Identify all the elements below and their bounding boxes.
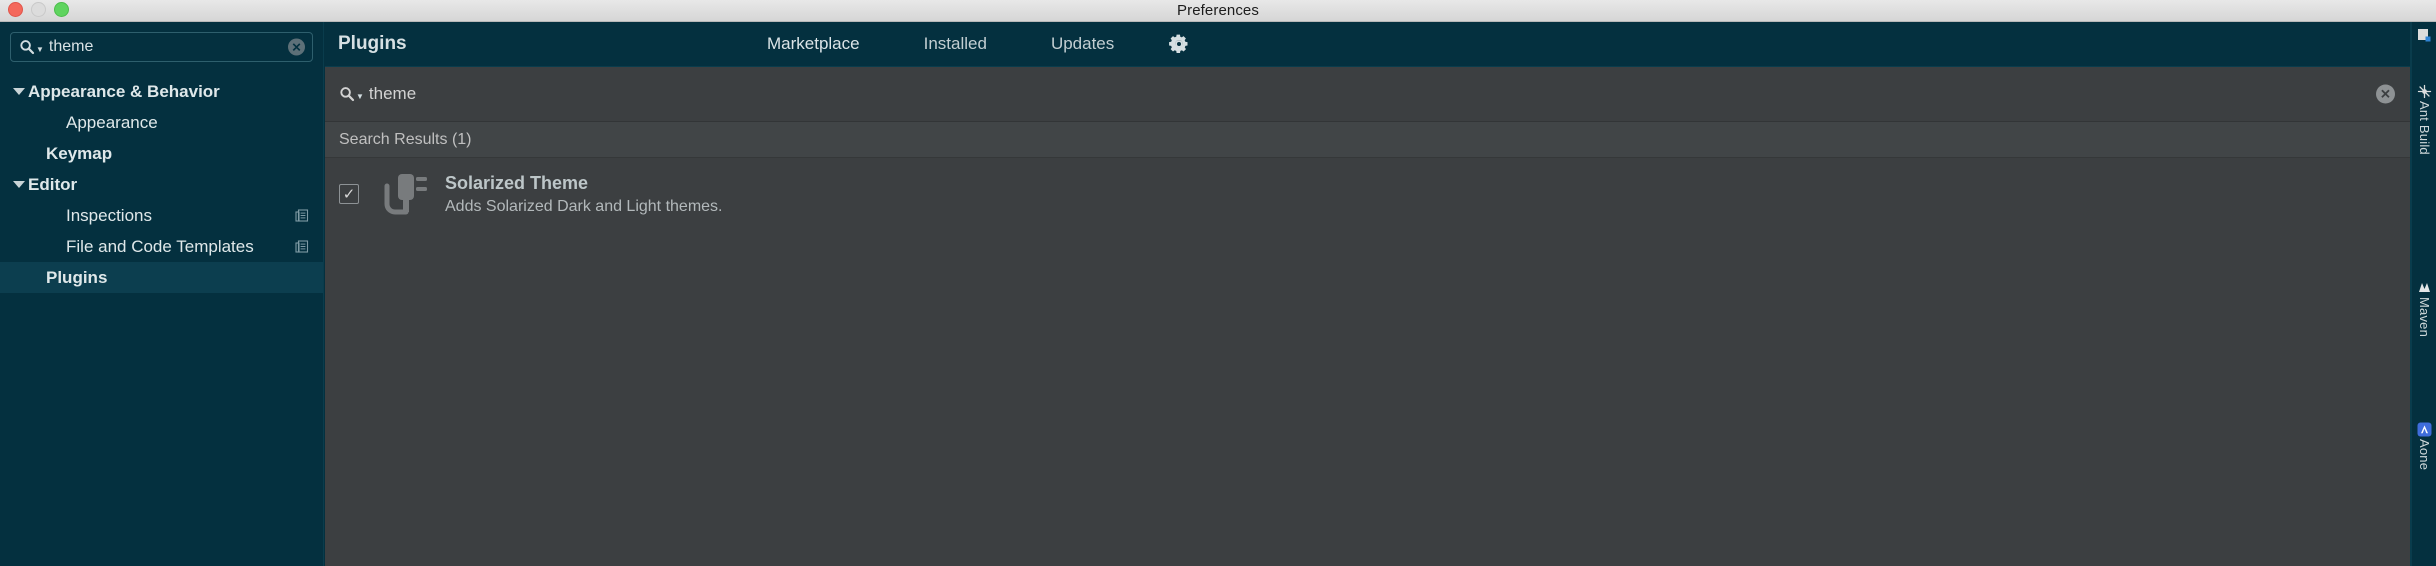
search-results-header: Search Results (1) <box>325 122 2411 158</box>
search-icon <box>20 40 35 55</box>
sidebar-item-editor[interactable]: Editor <box>0 169 323 200</box>
sidebar-item-plugins[interactable]: Plugins <box>0 262 323 293</box>
tool-window-label: Aone <box>2417 439 2432 471</box>
title-bar: Preferences <box>0 0 2436 22</box>
tool-window-structure[interactable] <box>2412 28 2436 43</box>
structure-icon <box>2418 29 2431 42</box>
tool-window-maven[interactable]: Maven <box>2412 280 2436 337</box>
sidebar-item-inspections[interactable]: Inspections <box>0 200 323 231</box>
plugins-search-field[interactable]: ▼ theme ✕ <box>325 67 2411 122</box>
sidebar-item-appearance[interactable]: Appearance <box>0 107 323 138</box>
close-button[interactable] <box>8 2 23 17</box>
list-item[interactable]: ✓ Solarized Theme Adds Solarized Dark an… <box>325 158 2411 230</box>
search-scope-chevron-down-icon[interactable]: ▼ <box>356 92 364 101</box>
search-scope-chevron-down-icon[interactable]: ▼ <box>36 45 44 54</box>
sidebar-item-label: Plugins <box>46 267 108 287</box>
plugins-search-value: theme <box>368 84 417 103</box>
sidebar-item-label: File and Code Templates <box>66 236 254 256</box>
plugins-settings-button[interactable] <box>1168 33 1190 55</box>
chevron-down-icon[interactable] <box>10 88 28 95</box>
maven-icon <box>2419 283 2430 292</box>
search-icon <box>340 87 355 102</box>
gear-icon <box>1169 34 1188 53</box>
settings-tree: Appearance & Behavior Appearance Keymap … <box>0 76 323 293</box>
tool-window-label: Ant Build <box>2417 101 2432 155</box>
search-results-count-label: Search Results (1) <box>339 130 472 148</box>
plugin-name: Solarized Theme <box>445 172 589 193</box>
sidebar-search-clear-icon[interactable]: ✕ <box>288 38 305 56</box>
aone-icon <box>2417 422 2432 437</box>
sidebar-item-label: Appearance <box>66 112 158 132</box>
preferences-window: Preferences ▼ theme ✕ Appearance & Behav… <box>0 0 2436 566</box>
plugins-panel: Plugins Marketplace Installed Updates ▼ … <box>325 22 2411 566</box>
window-controls <box>8 2 69 17</box>
sidebar-item-label: Inspections <box>66 205 152 225</box>
tab-updates[interactable]: Updates <box>1019 34 1146 54</box>
ant-icon <box>2417 84 2432 99</box>
sidebar-item-keymap[interactable]: Keymap <box>0 138 323 169</box>
sidebar-item-label: Appearance & Behavior <box>28 81 220 101</box>
window-title: Preferences <box>1177 2 1259 19</box>
tab-installed[interactable]: Installed <box>892 34 1019 54</box>
tool-window-label: Maven <box>2417 297 2432 338</box>
minimize-button[interactable] <box>31 2 46 17</box>
tab-marketplace[interactable]: Marketplace <box>735 34 892 54</box>
sidebar-item-file-and-code-templates[interactable]: File and Code Templates <box>0 231 323 262</box>
plugins-tabs: Marketplace Installed Updates <box>735 33 1190 55</box>
zoom-button[interactable] <box>54 2 69 17</box>
tool-window-aone[interactable]: Aone <box>2412 422 2436 470</box>
plugin-enabled-checkbox[interactable]: ✓ <box>339 184 359 204</box>
tool-window-ant-build[interactable]: Ant Build <box>2412 84 2436 155</box>
plugins-result-list: ✓ Solarized Theme Adds Solarized Dark an… <box>325 158 2411 566</box>
plugins-search-clear-icon[interactable]: ✕ <box>2376 84 2395 104</box>
copy-config-icon[interactable] <box>295 239 309 254</box>
sidebar-item-label: Keymap <box>46 143 113 163</box>
sidebar-item-label: Editor <box>28 174 78 194</box>
ide-right-tool-strip: Ant Build Maven Aone <box>2411 22 2436 566</box>
chevron-down-icon[interactable] <box>10 181 28 188</box>
page-title: Plugins <box>338 33 407 54</box>
sidebar-search-value: theme <box>48 38 94 55</box>
plugins-panel-header: Plugins Marketplace Installed Updates <box>325 22 2411 67</box>
copy-config-icon[interactable] <box>295 208 309 223</box>
sidebar-item-appearance-and-behavior[interactable]: Appearance & Behavior <box>0 76 323 107</box>
plugin-text-block: Solarized Theme Adds Solarized Dark and … <box>445 173 722 216</box>
settings-sidebar: ▼ theme ✕ Appearance & Behavior Appearan… <box>0 22 324 566</box>
plugin-plug-icon <box>384 174 427 215</box>
plugin-description: Adds Solarized Dark and Light themes. <box>445 197 723 215</box>
sidebar-search-field[interactable]: ▼ theme ✕ <box>10 32 313 62</box>
